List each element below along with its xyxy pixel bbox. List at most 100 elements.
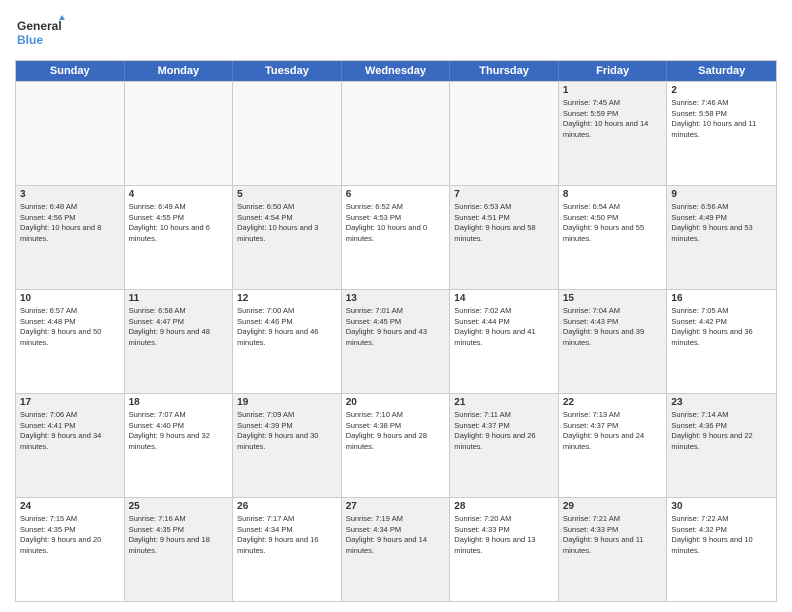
day-info: Sunrise: 6:52 AM Sunset: 4:53 PM Dayligh…	[346, 202, 446, 244]
day-number: 2	[671, 85, 772, 96]
day-info: Sunrise: 7:22 AM Sunset: 4:32 PM Dayligh…	[671, 514, 772, 556]
day-cell-12: 12Sunrise: 7:00 AM Sunset: 4:46 PM Dayli…	[233, 290, 342, 393]
day-cell-1: 1 Sunrise: 7:45 AM Sunset: 5:59 PM Daylig…	[559, 82, 668, 185]
day-cell-7: 7 Sunrise: 6:53 AM Sunset: 4:51 PM Daylig…	[450, 186, 559, 289]
day-info: Sunrise: 7:05 AM Sunset: 4:42 PM Dayligh…	[671, 306, 772, 348]
day-cell-3: 3 Sunrise: 6:48 AM Sunset: 4:56 PM Daylig…	[16, 186, 125, 289]
day-number: 4	[129, 189, 229, 200]
day-cell-26: 26Sunrise: 7:17 AM Sunset: 4:34 PM Dayli…	[233, 498, 342, 601]
day-info: Sunrise: 7:45 AM Sunset: 5:59 PM Dayligh…	[563, 98, 663, 140]
day-cell-4: 4 Sunrise: 6:49 AM Sunset: 4:55 PM Daylig…	[125, 186, 234, 289]
header-day-thursday: Thursday	[450, 61, 559, 81]
day-number: 23	[671, 397, 772, 408]
day-cell-9: 9 Sunrise: 6:56 AM Sunset: 4:49 PM Daylig…	[667, 186, 776, 289]
day-cell-15: 15 Sunrise: 7:04 AM Sunset: 4:43 PM Dayli…	[559, 290, 668, 393]
day-cell-19: 19 Sunrise: 7:09 AM Sunset: 4:39 PM Dayli…	[233, 394, 342, 497]
day-cell-8: 8Sunrise: 6:54 AM Sunset: 4:50 PM Daylig…	[559, 186, 668, 289]
day-info: Sunrise: 7:46 AM Sunset: 5:58 PM Dayligh…	[671, 98, 772, 140]
day-cell-27: 27Sunrise: 7:19 AM Sunset: 4:34 PM Dayli…	[342, 498, 451, 601]
day-info: Sunrise: 6:56 AM Sunset: 4:49 PM Dayligh…	[671, 202, 772, 244]
day-number: 30	[671, 501, 772, 512]
day-cell-25: 25 Sunrise: 7:16 AM Sunset: 4:35 PM Dayli…	[125, 498, 234, 601]
day-info: Sunrise: 7:15 AM Sunset: 4:35 PM Dayligh…	[20, 514, 120, 556]
day-number: 10	[20, 293, 120, 304]
day-info: Sunrise: 7:09 AM Sunset: 4:39 PM Dayligh…	[237, 410, 337, 452]
header-day-tuesday: Tuesday	[233, 61, 342, 81]
header-day-saturday: Saturday	[667, 61, 776, 81]
day-number: 21	[454, 397, 554, 408]
day-number: 15	[563, 293, 663, 304]
calendar-row-2: 10Sunrise: 6:57 AM Sunset: 4:48 PM Dayli…	[16, 289, 776, 393]
day-number: 13	[346, 293, 446, 304]
calendar-row-3: 17 Sunrise: 7:06 AM Sunset: 4:41 PM Dayli…	[16, 393, 776, 497]
day-cell-14: 14 Sunrise: 7:02 AM Sunset: 4:44 PM Dayli…	[450, 290, 559, 393]
calendar-row-1: 3 Sunrise: 6:48 AM Sunset: 4:56 PM Daylig…	[16, 185, 776, 289]
day-cell-22: 22 Sunrise: 7:13 AM Sunset: 4:37 PM Dayli…	[559, 394, 668, 497]
day-info: Sunrise: 6:50 AM Sunset: 4:54 PM Dayligh…	[237, 202, 337, 244]
header: General Blue	[15, 10, 777, 54]
day-info: Sunrise: 7:01 AM Sunset: 4:45 PM Dayligh…	[346, 306, 446, 348]
logo: General Blue	[15, 14, 65, 54]
day-number: 7	[454, 189, 554, 200]
day-info: Sunrise: 7:07 AM Sunset: 4:40 PM Dayligh…	[129, 410, 229, 452]
day-info: Sunrise: 7:16 AM Sunset: 4:35 PM Dayligh…	[129, 514, 229, 556]
day-cell-10: 10Sunrise: 6:57 AM Sunset: 4:48 PM Dayli…	[16, 290, 125, 393]
calendar: SundayMondayTuesdayWednesdayThursdayFrid…	[15, 60, 777, 602]
day-info: Sunrise: 7:06 AM Sunset: 4:41 PM Dayligh…	[20, 410, 120, 452]
day-number: 11	[129, 293, 229, 304]
day-number: 27	[346, 501, 446, 512]
calendar-row-0: 1 Sunrise: 7:45 AM Sunset: 5:59 PM Daylig…	[16, 81, 776, 185]
day-info: Sunrise: 7:21 AM Sunset: 4:33 PM Dayligh…	[563, 514, 663, 556]
day-info: Sunrise: 7:00 AM Sunset: 4:46 PM Dayligh…	[237, 306, 337, 348]
day-info: Sunrise: 6:58 AM Sunset: 4:47 PM Dayligh…	[129, 306, 229, 348]
day-cell-23: 23 Sunrise: 7:14 AM Sunset: 4:36 PM Dayli…	[667, 394, 776, 497]
day-number: 6	[346, 189, 446, 200]
day-cell-18: 18 Sunrise: 7:07 AM Sunset: 4:40 PM Dayli…	[125, 394, 234, 497]
day-number: 29	[563, 501, 663, 512]
header-day-monday: Monday	[125, 61, 234, 81]
day-number: 25	[129, 501, 229, 512]
day-number: 17	[20, 397, 120, 408]
day-info: Sunrise: 7:04 AM Sunset: 4:43 PM Dayligh…	[563, 306, 663, 348]
day-info: Sunrise: 7:02 AM Sunset: 4:44 PM Dayligh…	[454, 306, 554, 348]
empty-cell-0-2	[233, 82, 342, 185]
day-number: 3	[20, 189, 120, 200]
day-cell-28: 28 Sunrise: 7:20 AM Sunset: 4:33 PM Dayli…	[450, 498, 559, 601]
svg-text:Blue: Blue	[17, 33, 43, 47]
day-info: Sunrise: 7:11 AM Sunset: 4:37 PM Dayligh…	[454, 410, 554, 452]
day-number: 19	[237, 397, 337, 408]
empty-cell-0-0	[16, 82, 125, 185]
day-info: Sunrise: 6:48 AM Sunset: 4:56 PM Dayligh…	[20, 202, 120, 244]
day-info: Sunrise: 6:53 AM Sunset: 4:51 PM Dayligh…	[454, 202, 554, 244]
empty-cell-0-1	[125, 82, 234, 185]
day-number: 1	[563, 85, 663, 96]
svg-text:General: General	[17, 19, 62, 33]
calendar-header: SundayMondayTuesdayWednesdayThursdayFrid…	[16, 61, 776, 81]
day-cell-20: 20 Sunrise: 7:10 AM Sunset: 4:38 PM Dayli…	[342, 394, 451, 497]
day-info: Sunrise: 7:20 AM Sunset: 4:33 PM Dayligh…	[454, 514, 554, 556]
calendar-body: 1 Sunrise: 7:45 AM Sunset: 5:59 PM Daylig…	[16, 81, 776, 601]
day-info: Sunrise: 6:49 AM Sunset: 4:55 PM Dayligh…	[129, 202, 229, 244]
day-cell-17: 17 Sunrise: 7:06 AM Sunset: 4:41 PM Dayli…	[16, 394, 125, 497]
empty-cell-0-4	[450, 82, 559, 185]
day-number: 18	[129, 397, 229, 408]
day-info: Sunrise: 7:14 AM Sunset: 4:36 PM Dayligh…	[671, 410, 772, 452]
day-number: 9	[671, 189, 772, 200]
day-info: Sunrise: 7:13 AM Sunset: 4:37 PM Dayligh…	[563, 410, 663, 452]
day-cell-11: 11 Sunrise: 6:58 AM Sunset: 4:47 PM Dayli…	[125, 290, 234, 393]
day-cell-29: 29 Sunrise: 7:21 AM Sunset: 4:33 PM Dayli…	[559, 498, 668, 601]
day-number: 22	[563, 397, 663, 408]
header-day-wednesday: Wednesday	[342, 61, 451, 81]
day-number: 14	[454, 293, 554, 304]
day-info: Sunrise: 7:10 AM Sunset: 4:38 PM Dayligh…	[346, 410, 446, 452]
day-cell-24: 24 Sunrise: 7:15 AM Sunset: 4:35 PM Dayli…	[16, 498, 125, 601]
day-cell-16: 16 Sunrise: 7:05 AM Sunset: 4:42 PM Dayli…	[667, 290, 776, 393]
day-number: 20	[346, 397, 446, 408]
empty-cell-0-3	[342, 82, 451, 185]
day-number: 28	[454, 501, 554, 512]
day-cell-13: 13 Sunrise: 7:01 AM Sunset: 4:45 PM Dayli…	[342, 290, 451, 393]
calendar-row-4: 24 Sunrise: 7:15 AM Sunset: 4:35 PM Dayli…	[16, 497, 776, 601]
day-cell-6: 6 Sunrise: 6:52 AM Sunset: 4:53 PM Daylig…	[342, 186, 451, 289]
day-number: 16	[671, 293, 772, 304]
day-number: 24	[20, 501, 120, 512]
